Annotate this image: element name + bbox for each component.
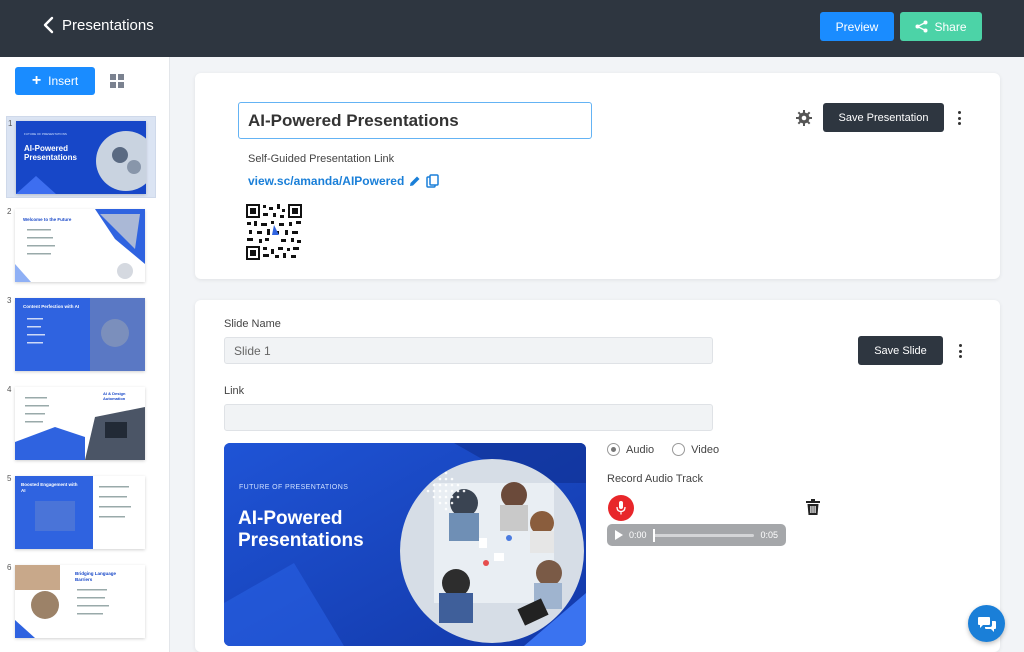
chat-button[interactable] xyxy=(968,605,1005,642)
save-presentation-button[interactable]: Save Presentation xyxy=(823,103,944,132)
media-type-selector: Audio Video xyxy=(607,443,719,456)
slide-number: 6 xyxy=(7,563,12,572)
slide-thumbnail-image: Content Perfection with AI xyxy=(15,298,145,371)
insert-label: Insert xyxy=(48,74,79,88)
slide-name-label: Slide Name xyxy=(224,318,281,330)
slide-link-input[interactable] xyxy=(224,404,713,431)
slide-thumbnail[interactable]: 2 Welcome to the Future xyxy=(6,205,156,287)
slide-preview-title-line1: AI-Powered xyxy=(238,508,343,529)
slide-number: 1 xyxy=(8,119,13,128)
record-audio-label: Record Audio Track xyxy=(607,473,703,485)
microphone-record-button[interactable] xyxy=(608,495,634,521)
slide-number: 2 xyxy=(7,207,12,216)
save-presentation-label: Save Presentation xyxy=(838,111,929,124)
top-bar: Presentations Preview Share xyxy=(0,0,1024,57)
chat-bubbles-icon xyxy=(977,616,996,632)
preview-label: Preview xyxy=(835,19,879,34)
qr-code xyxy=(245,203,303,261)
chevron-left-icon xyxy=(43,16,54,34)
slides-sidebar: + Insert 1 FUTURE OF PRESENTATIONS AI-Po… xyxy=(0,57,170,652)
presentation-card: AI-Powered Presentations Self-Guided Pre… xyxy=(195,73,1000,279)
svg-text:Presentations: Presentations xyxy=(24,153,77,162)
svg-text:Content Perfection with AI: Content Perfection with AI xyxy=(23,304,79,309)
radio-unchecked-icon xyxy=(672,443,686,456)
slide-number: 3 xyxy=(7,296,12,305)
audio-radio-label: Audio xyxy=(626,443,655,456)
audio-radio[interactable]: Audio xyxy=(607,443,654,456)
back-label: Presentations xyxy=(62,16,154,34)
slide-thumbnail[interactable]: 4 AI & Design Automation xyxy=(6,383,156,465)
plus-icon: + xyxy=(31,72,42,89)
video-radio-label: Video xyxy=(691,443,720,456)
presentation-more-icon[interactable] xyxy=(957,111,961,125)
slide-more-icon[interactable] xyxy=(958,344,962,358)
save-slide-label: Save Slide xyxy=(874,344,927,357)
svg-text:AI: AI xyxy=(21,488,26,493)
share-label: Share xyxy=(934,19,967,34)
svg-text:Automation: Automation xyxy=(103,396,126,401)
back-link[interactable]: Presentations xyxy=(42,16,154,34)
pencil-icon[interactable] xyxy=(409,175,421,187)
slide-thumbnail-image: Welcome to the Future xyxy=(15,209,145,282)
share-button[interactable]: Share xyxy=(900,12,982,41)
slide-thumbnail[interactable]: 3 Content Perfection with AI xyxy=(6,294,156,376)
insert-button[interactable]: + Insert xyxy=(15,67,95,95)
audio-seek-bar[interactable] xyxy=(652,528,755,542)
slide-preview-graphic: FUTURE OF PRESENTATIONS AI-Powered Prese… xyxy=(224,443,586,646)
slide-thumbnail-image: Boosted Engagement with AI xyxy=(15,476,145,549)
slide-thumbnail[interactable]: 1 FUTURE OF PRESENTATIONS AI-Powered Pre… xyxy=(6,116,156,198)
preview-button[interactable]: Preview xyxy=(820,12,894,41)
slide-thumbnail[interactable]: 5 Boosted Engagement with AI xyxy=(6,472,156,554)
gear-icon[interactable] xyxy=(796,110,812,126)
slide-number: 5 xyxy=(7,474,12,483)
audio-duration: 0:05 xyxy=(760,530,778,540)
slide-preview-title-line2: Presentations xyxy=(238,530,364,551)
slide-thumbnail-image: AI & Design Automation xyxy=(15,387,145,460)
share-icon xyxy=(915,20,928,33)
svg-text:Bridging Language: Bridging Language xyxy=(75,571,116,576)
grid-view-icon[interactable] xyxy=(110,74,124,88)
slide-preview-kicker: FUTURE OF PRESENTATIONS xyxy=(239,484,348,491)
slide-link-label: Link xyxy=(224,385,245,397)
svg-text:Boosted Engagement with: Boosted Engagement with xyxy=(21,482,78,487)
microphone-icon xyxy=(616,501,626,515)
radio-checked-icon xyxy=(607,443,620,456)
slide-thumbnail-image: FUTURE OF PRESENTATIONS AI-Powered Prese… xyxy=(16,121,146,194)
presentation-title-input[interactable]: AI-Powered Presentations xyxy=(238,102,592,139)
slide-name-input[interactable]: Slide 1 xyxy=(224,337,713,364)
slide-name-value: Slide 1 xyxy=(234,343,271,358)
slide-editor-card: Slide Name Slide 1 Link Save Slide FUTUR… xyxy=(195,300,1000,652)
slide-thumbnail[interactable]: 6 Bridging Language Barriers xyxy=(6,561,156,643)
audio-seek-handle[interactable] xyxy=(652,528,655,542)
copy-icon[interactable] xyxy=(426,174,440,188)
slide-thumbnail-image: Bridging Language Barriers xyxy=(15,565,145,638)
svg-text:FUTURE OF PRESENTATIONS: FUTURE OF PRESENTATIONS xyxy=(24,132,67,136)
trash-icon[interactable] xyxy=(806,499,820,515)
presentation-link[interactable]: view.sc/amanda/AIPowered xyxy=(248,174,404,188)
play-icon[interactable] xyxy=(615,530,623,540)
svg-text:Barriers: Barriers xyxy=(75,577,93,582)
save-slide-button[interactable]: Save Slide xyxy=(858,336,943,365)
svg-text:AI-Powered: AI-Powered xyxy=(24,144,68,153)
presentation-link-label: Self-Guided Presentation Link xyxy=(248,153,395,165)
audio-player: 0:00 0:05 xyxy=(607,524,786,546)
slide-preview: FUTURE OF PRESENTATIONS AI-Powered Prese… xyxy=(224,443,586,646)
slide-number: 4 xyxy=(7,385,12,394)
presentation-title-value: AI-Powered Presentations xyxy=(248,110,459,130)
presentation-link-row: view.sc/amanda/AIPowered xyxy=(248,174,440,188)
audio-current-time: 0:00 xyxy=(629,530,647,540)
svg-text:Welcome to the Future: Welcome to the Future xyxy=(23,217,72,222)
video-radio[interactable]: Video xyxy=(672,443,719,456)
